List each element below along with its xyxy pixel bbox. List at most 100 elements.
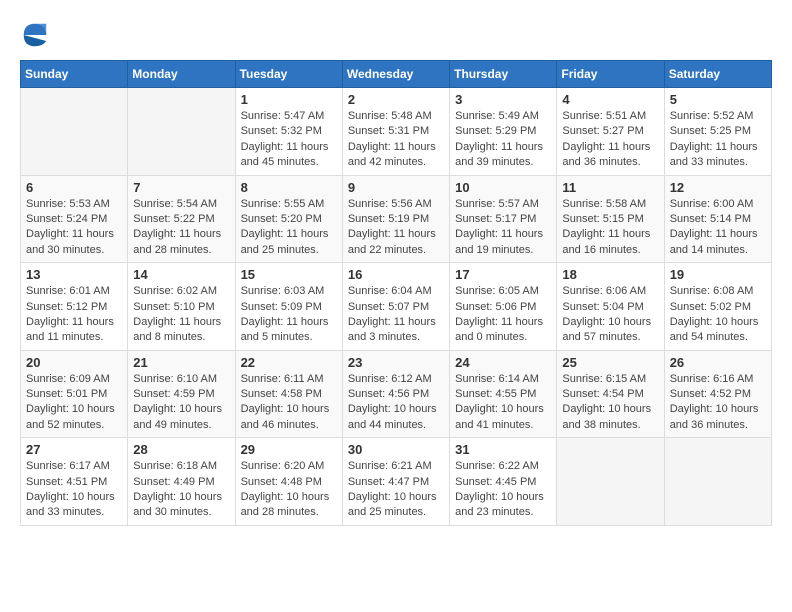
day-cell (664, 438, 771, 526)
day-info: Sunrise: 6:09 AMSunset: 5:01 PMDaylight:… (26, 372, 122, 434)
day-number: 11 (562, 180, 658, 195)
week-row-4: 20 Sunrise: 6:09 AMSunset: 5:01 PMDayligh… (21, 350, 772, 438)
weekday-header-sunday: Sunday (21, 61, 128, 88)
day-cell: 15 Sunrise: 6:03 AMSunset: 5:09 PMDayligh… (235, 263, 342, 351)
day-number: 1 (241, 92, 337, 107)
day-number: 5 (670, 92, 766, 107)
day-cell (128, 88, 235, 176)
day-cell: 5 Sunrise: 5:52 AMSunset: 5:25 PMDaylight… (664, 88, 771, 176)
day-number: 9 (348, 180, 444, 195)
day-info: Sunrise: 5:53 AMSunset: 5:24 PMDaylight:… (26, 197, 122, 259)
day-cell (21, 88, 128, 176)
day-info: Sunrise: 6:22 AMSunset: 4:45 PMDaylight:… (455, 459, 551, 521)
day-cell: 7 Sunrise: 5:54 AMSunset: 5:22 PMDaylight… (128, 175, 235, 263)
day-info: Sunrise: 5:52 AMSunset: 5:25 PMDaylight:… (670, 109, 766, 171)
day-info: Sunrise: 6:00 AMSunset: 5:14 PMDaylight:… (670, 197, 766, 259)
day-cell (557, 438, 664, 526)
day-number: 18 (562, 267, 658, 282)
week-row-1: 1 Sunrise: 5:47 AMSunset: 5:32 PMDaylight… (21, 88, 772, 176)
day-cell: 27 Sunrise: 6:17 AMSunset: 4:51 PMDayligh… (21, 438, 128, 526)
logo (20, 20, 54, 50)
day-number: 4 (562, 92, 658, 107)
weekday-header-thursday: Thursday (450, 61, 557, 88)
day-cell: 1 Sunrise: 5:47 AMSunset: 5:32 PMDaylight… (235, 88, 342, 176)
weekday-header-row: SundayMondayTuesdayWednesdayThursdayFrid… (21, 61, 772, 88)
day-info: Sunrise: 6:04 AMSunset: 5:07 PMDaylight:… (348, 284, 444, 346)
day-info: Sunrise: 6:11 AMSunset: 4:58 PMDaylight:… (241, 372, 337, 434)
day-info: Sunrise: 6:16 AMSunset: 4:52 PMDaylight:… (670, 372, 766, 434)
weekday-header-wednesday: Wednesday (342, 61, 449, 88)
day-number: 2 (348, 92, 444, 107)
day-cell: 23Sunrise: 6:12 AMSunset: 4:56 PMDayligh… (342, 350, 449, 438)
day-info: Sunrise: 6:01 AMSunset: 5:12 PMDaylight:… (26, 284, 122, 346)
day-info: Sunrise: 6:21 AMSunset: 4:47 PMDaylight:… (348, 459, 444, 521)
day-cell: 12 Sunrise: 6:00 AMSunset: 5:14 PMDayligh… (664, 175, 771, 263)
day-info: Sunrise: 5:58 AMSunset: 5:15 PMDaylight:… (562, 197, 658, 259)
day-cell: 3Sunrise: 5:49 AMSunset: 5:29 PMDaylight… (450, 88, 557, 176)
weekday-header-tuesday: Tuesday (235, 61, 342, 88)
day-number: 26 (670, 355, 766, 370)
day-cell: 8 Sunrise: 5:55 AMSunset: 5:20 PMDaylight… (235, 175, 342, 263)
day-cell: 30Sunrise: 6:21 AMSunset: 4:47 PMDayligh… (342, 438, 449, 526)
weekday-header-saturday: Saturday (664, 61, 771, 88)
day-number: 12 (670, 180, 766, 195)
day-cell: 18 Sunrise: 6:06 AMSunset: 5:04 PMDayligh… (557, 263, 664, 351)
day-cell: 9 Sunrise: 5:56 AMSunset: 5:19 PMDaylight… (342, 175, 449, 263)
week-row-3: 13Sunrise: 6:01 AMSunset: 5:12 PMDayligh… (21, 263, 772, 351)
day-info: Sunrise: 6:17 AMSunset: 4:51 PMDaylight:… (26, 459, 122, 521)
day-number: 7 (133, 180, 229, 195)
day-info: Sunrise: 5:54 AMSunset: 5:22 PMDaylight:… (133, 197, 229, 259)
day-number: 27 (26, 442, 122, 457)
day-info: Sunrise: 6:12 AMSunset: 4:56 PMDaylight:… (348, 372, 444, 434)
day-number: 20 (26, 355, 122, 370)
day-number: 22 (241, 355, 337, 370)
day-info: Sunrise: 5:57 AMSunset: 5:17 PMDaylight:… (455, 197, 551, 259)
day-cell: 14 Sunrise: 6:02 AMSunset: 5:10 PMDayligh… (128, 263, 235, 351)
day-number: 14 (133, 267, 229, 282)
day-number: 6 (26, 180, 122, 195)
day-info: Sunrise: 6:18 AMSunset: 4:49 PMDaylight:… (133, 459, 229, 521)
day-cell: 29Sunrise: 6:20 AMSunset: 4:48 PMDayligh… (235, 438, 342, 526)
day-info: Sunrise: 6:20 AMSunset: 4:48 PMDaylight:… (241, 459, 337, 521)
day-info: Sunrise: 6:03 AMSunset: 5:09 PMDaylight:… (241, 284, 337, 346)
day-number: 17 (455, 267, 551, 282)
day-cell: 21 Sunrise: 6:10 AMSunset: 4:59 PMDayligh… (128, 350, 235, 438)
day-cell: 6 Sunrise: 5:53 AMSunset: 5:24 PMDaylight… (21, 175, 128, 263)
day-cell: 10 Sunrise: 5:57 AMSunset: 5:17 PMDayligh… (450, 175, 557, 263)
day-info: Sunrise: 6:06 AMSunset: 5:04 PMDaylight:… (562, 284, 658, 346)
day-info: Sunrise: 6:08 AMSunset: 5:02 PMDaylight:… (670, 284, 766, 346)
day-cell: 26 Sunrise: 6:16 AMSunset: 4:52 PMDayligh… (664, 350, 771, 438)
day-cell: 22 Sunrise: 6:11 AMSunset: 4:58 PMDayligh… (235, 350, 342, 438)
day-number: 24 (455, 355, 551, 370)
page-header (20, 20, 772, 50)
day-info: Sunrise: 6:15 AMSunset: 4:54 PMDaylight:… (562, 372, 658, 434)
day-number: 8 (241, 180, 337, 195)
weekday-header-monday: Monday (128, 61, 235, 88)
day-cell: 20 Sunrise: 6:09 AMSunset: 5:01 PMDayligh… (21, 350, 128, 438)
day-info: Sunrise: 6:02 AMSunset: 5:10 PMDaylight:… (133, 284, 229, 346)
day-info: Sunrise: 5:56 AMSunset: 5:19 PMDaylight:… (348, 197, 444, 259)
day-number: 19 (670, 267, 766, 282)
day-info: Sunrise: 5:55 AMSunset: 5:20 PMDaylight:… (241, 197, 337, 259)
day-number: 3 (455, 92, 551, 107)
day-number: 16 (348, 267, 444, 282)
logo-icon (20, 20, 50, 50)
day-number: 21 (133, 355, 229, 370)
day-cell: 19 Sunrise: 6:08 AMSunset: 5:02 PMDayligh… (664, 263, 771, 351)
day-info: Sunrise: 5:48 AMSunset: 5:31 PMDaylight:… (348, 109, 444, 171)
day-cell: 17 Sunrise: 6:05 AMSunset: 5:06 PMDayligh… (450, 263, 557, 351)
day-cell: 16 Sunrise: 6:04 AMSunset: 5:07 PMDayligh… (342, 263, 449, 351)
day-number: 10 (455, 180, 551, 195)
day-cell: 25Sunrise: 6:15 AMSunset: 4:54 PMDayligh… (557, 350, 664, 438)
day-number: 28 (133, 442, 229, 457)
day-info: Sunrise: 6:05 AMSunset: 5:06 PMDaylight:… (455, 284, 551, 346)
calendar: SundayMondayTuesdayWednesdayThursdayFrid… (20, 60, 772, 526)
day-cell: 4Sunrise: 5:51 AMSunset: 5:27 PMDaylight… (557, 88, 664, 176)
day-number: 15 (241, 267, 337, 282)
day-cell: 24Sunrise: 6:14 AMSunset: 4:55 PMDayligh… (450, 350, 557, 438)
day-cell: 2 Sunrise: 5:48 AMSunset: 5:31 PMDaylight… (342, 88, 449, 176)
day-info: Sunrise: 5:47 AMSunset: 5:32 PMDaylight:… (241, 109, 337, 171)
weekday-header-friday: Friday (557, 61, 664, 88)
day-number: 31 (455, 442, 551, 457)
day-info: Sunrise: 6:10 AMSunset: 4:59 PMDaylight:… (133, 372, 229, 434)
